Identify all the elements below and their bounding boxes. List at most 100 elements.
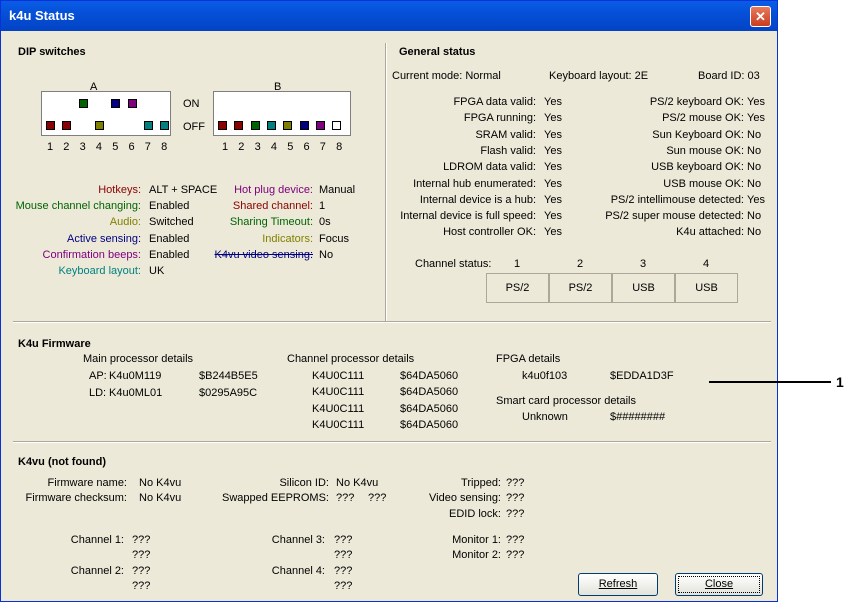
firmware-name-label: Firmware name: [47, 477, 127, 489]
channel-processor-hash: $64DA5060 [400, 386, 459, 399]
k4vu-channel-4-label: Channel 4: [271, 565, 325, 577]
keyboard-layout-value: UK [149, 265, 165, 277]
general-status-value: Yes [544, 177, 562, 190]
channel-1-status: PS/2 [486, 273, 549, 303]
window-title: k4u Status [9, 8, 75, 23]
section-divider-1 [13, 321, 771, 323]
fpga-hash: $EDDA1D3F [610, 370, 674, 382]
shared-channel-value: 1 [319, 200, 326, 212]
dip-b-switch-1 [218, 121, 227, 130]
general-status-value: Yes [544, 112, 562, 125]
dip-a-switch-8 [160, 121, 170, 130]
dip-a-number-1: 1 [47, 141, 54, 153]
hot-plug-value: Manual [319, 184, 356, 196]
dip-b-switch-6 [299, 121, 309, 130]
dip-a-switch-7 [143, 121, 153, 130]
dip-b-number-4: 4 [270, 141, 278, 153]
edid-lock-value: ??? [506, 508, 525, 520]
dip-b-number-3: 3 [254, 141, 261, 153]
silicon-id-label: Silicon ID: [279, 477, 329, 489]
k4vu-channel-3-value-b: ??? [334, 549, 353, 561]
channel-processor-name: K4U0C111 [312, 370, 365, 382]
refresh-button[interactable]: Refresh [578, 573, 658, 596]
general-status-label: FPGA running: [463, 112, 536, 125]
audio-value: Switched [149, 216, 194, 228]
monitor-1-label: Monitor 1: [452, 534, 501, 546]
general-status-value: No [747, 177, 762, 190]
dip-b-switch-7 [315, 121, 325, 130]
section-divider-2 [13, 441, 771, 443]
ld-name: K4u0ML01 [109, 387, 163, 399]
firmware-name-value: No K4vu [139, 477, 182, 489]
general-heading: General status [399, 46, 476, 58]
section-divider-vertical [385, 43, 387, 321]
k4vu-channel-4-value-a: ??? [334, 565, 353, 577]
sharing-timeout-value: 0s [319, 216, 331, 228]
dip-b-number-8: 8 [336, 141, 343, 153]
channel-processor-hash: $64DA5060 [400, 418, 459, 431]
channel-processor-heading: Channel processor details [287, 353, 415, 365]
monitor-2-label: Monitor 2: [452, 549, 501, 561]
dip-heading: DIP switches [18, 46, 86, 58]
ap-hash: $B244B5E5 [199, 370, 258, 382]
swapped-eeproms-value-2: ??? [368, 492, 387, 504]
dip-b-switch-3 [250, 121, 260, 130]
dip-a-switch-3 [78, 99, 88, 108]
k4vu-channel-2-value-a: ??? [132, 565, 151, 577]
indicators-label: Indicators: [262, 233, 313, 245]
dip-b-switch-8 [332, 121, 342, 130]
keyboard-layout-status: Keyboard layout: 2E [549, 70, 649, 82]
general-status-value: No [747, 226, 762, 239]
firmware-checksum-label: Firmware checksum: [25, 492, 127, 504]
dip-off-label: OFF [183, 121, 205, 133]
channel-4-status: USB [675, 273, 738, 303]
hotkeys-label: Hotkeys: [98, 184, 141, 196]
k4vu-channel-3-value-a: ??? [334, 534, 353, 546]
general-status-value: No [747, 210, 762, 223]
firmware-heading: K4u Firmware [18, 338, 91, 350]
video-sensing-value: ??? [506, 492, 525, 504]
dip-a-number-8: 8 [161, 141, 168, 153]
general-status-value: Yes [544, 128, 562, 141]
general-status-label: FPGA data valid: [453, 96, 536, 108]
dip-a-number-2: 2 [63, 141, 70, 153]
mouse-channel-value: Enabled [149, 200, 190, 212]
k4vu-heading: K4vu (not found) [18, 456, 106, 468]
ap-label: AP: [89, 370, 107, 382]
general-status-label: Host controller OK: [443, 226, 536, 239]
video-sensing-label: Video sensing: [429, 492, 501, 504]
close-button[interactable]: Close [675, 573, 763, 596]
smartcard-heading: Smart card processor details [496, 395, 636, 407]
general-status-label: SRAM valid: [475, 128, 536, 141]
audio-label: Audio: [109, 216, 141, 228]
general-status-label: Internal device is full speed: [400, 210, 536, 223]
k4vu-channel-2-value-b: ??? [132, 580, 151, 592]
general-status-value: Yes [544, 161, 562, 174]
general-status-value: Yes [544, 226, 562, 239]
swapped-eeproms-label: Swapped EEPROMS: [222, 492, 329, 504]
close-button-label: Close [704, 578, 734, 590]
channel-status-label: Channel status: [415, 258, 492, 270]
mouse-channel-label: Mouse channel changing: [15, 200, 141, 212]
channel-processor-name: K4U0C111 [312, 402, 365, 415]
k4vu-channel-1-label: Channel 1: [70, 534, 124, 546]
channel-processor-name: K4U0C111 [312, 386, 365, 399]
monitor-1-value: ??? [506, 534, 525, 546]
general-status-value: No [747, 128, 762, 141]
dip-a-number-6: 6 [128, 141, 135, 153]
close-icon[interactable]: ✕ [750, 6, 771, 27]
edid-lock-label: EDID lock: [449, 508, 501, 520]
confirmation-beeps-label: Confirmation beeps: [42, 249, 141, 261]
dip-b-number-1: 1 [222, 141, 229, 153]
sharing-timeout-label: Sharing Timeout: [229, 216, 313, 228]
general-status-label: PS/2 super mouse detected: [605, 210, 744, 223]
dip-a-number-3: 3 [79, 141, 86, 153]
indicators-value: Focus [319, 233, 349, 245]
general-status-label: PS/2 intellimouse detected: [610, 193, 744, 206]
active-sensing-label: Active sensing: [67, 233, 141, 245]
general-status-label: PS/2 keyboard OK: [649, 96, 744, 108]
dip-a-switch-6 [127, 99, 137, 108]
dip-a-switch-4 [94, 121, 104, 130]
general-status-value: No [747, 161, 762, 174]
dip-a-number-7: 7 [144, 141, 151, 153]
